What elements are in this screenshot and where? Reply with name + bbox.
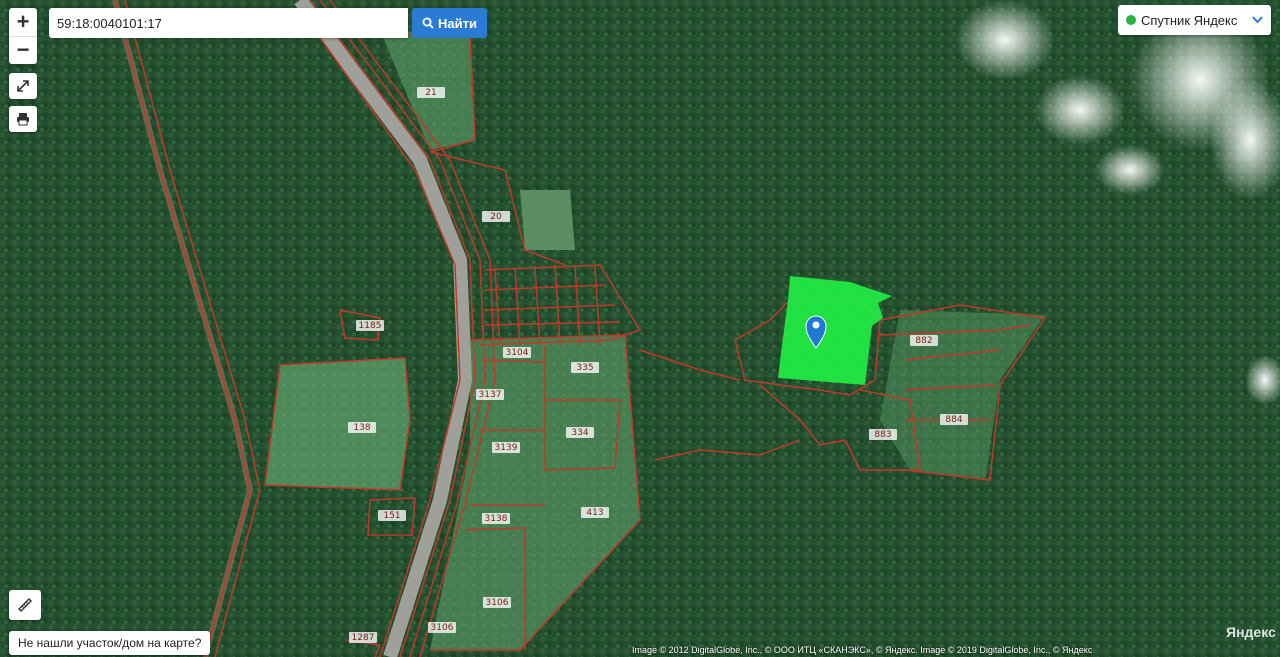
parcel-label: 3106 [486,598,509,608]
clearing [520,190,575,250]
yandex-logo: Яндекс [1226,624,1276,640]
parcel-label: 138 [353,423,370,433]
zoom-out-button[interactable]: − [9,37,37,65]
cloud [1035,75,1125,145]
parcel-label: 413 [586,508,603,518]
search-button-label: Найти [438,15,477,31]
parcel-label: 20 [490,212,502,222]
search-button[interactable]: Найти [412,8,487,38]
layer-select[interactable]: Спутник Яндекс [1118,5,1271,35]
print-button[interactable] [9,106,37,132]
ruler-icon [18,598,32,612]
fullscreen-button[interactable] [9,73,37,99]
parcel-label: 884 [945,415,962,425]
parcel-label: 883 [874,430,891,440]
parcel-label: 334 [571,428,588,438]
cloud [1095,145,1165,195]
map-attribution: Image © 2012 DigitalGlobe, Inc., © ООО И… [632,645,1093,655]
parcel-label: 882 [915,336,932,346]
cloud [955,0,1055,80]
parcel-label: 1287 [352,633,375,643]
parcel-label: 3106 [431,623,454,633]
printer-icon [17,113,29,126]
clearing [265,358,410,490]
parcel-label: 1185 [359,321,382,331]
parcel-label: 335 [576,363,593,373]
parcel-label: 3137 [479,390,502,400]
parcel-label: 3138 [485,514,508,524]
parcel-label: 3104 [506,348,529,358]
layer-status-dot [1126,15,1136,25]
ruler-button[interactable] [9,590,41,620]
parcel-label: 3139 [495,443,518,453]
satellite-map[interactable]: 21 20 1185 3104 335 3137 138 334 3139 151 3138 413 3… [0,0,1280,657]
not-found-button[interactable]: Не нашли участок/дом на карте? [9,631,211,655]
parcel-label: 151 [383,511,400,521]
search-icon [422,17,434,29]
search-input[interactable] [49,8,408,38]
parcel-label: 21 [425,88,436,98]
zoom-in-button[interactable]: + [9,8,37,37]
zoom-control[interactable]: + − [9,8,37,64]
chevron-down-icon [1252,13,1263,27]
layer-label: Спутник Яндекс [1141,12,1238,28]
expand-icon [17,80,29,92]
